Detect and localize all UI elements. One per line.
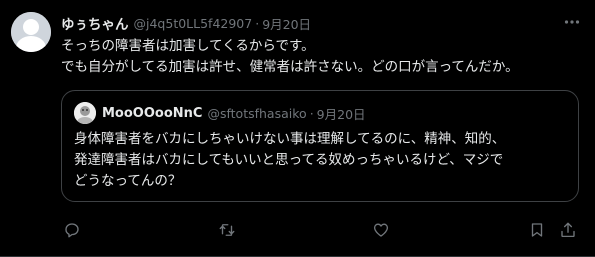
tweet-card[interactable]: ゆぅちゃん @j4q5t0LL5f42907 · 9月20日 そっちの障害者は加… (0, 0, 595, 257)
tweet-text-line: でも自分がしてる加害は許せ、健常者は許さない。どの口が言ってんだか。 (61, 59, 519, 75)
quoted-handle[interactable]: @sftotsfhasaiko (207, 106, 306, 121)
quoted-date[interactable]: 9月20日 (317, 104, 366, 123)
default-avatar-icon (11, 12, 51, 52)
share-button[interactable] (557, 219, 579, 241)
display-name[interactable]: ゆぅちゃん (61, 13, 129, 33)
avatar[interactable] (11, 12, 51, 52)
like-button[interactable] (370, 219, 392, 241)
quoted-text-line: 発達障害者はバカにしてもいいと思ってる奴めっちゃいるけど、マジで (74, 152, 504, 168)
tweet-text-line: そっちの障害者は加害してくるからです。 (61, 38, 315, 54)
quoted-text-line: どうなってんの？ (74, 173, 182, 189)
tweet-date[interactable]: 9月20日 (262, 14, 311, 33)
more-icon (564, 20, 580, 24)
share-icon (561, 222, 575, 238)
tweet-header: ゆぅちゃん @j4q5t0LL5f42907 · 9月20日 (61, 13, 311, 34)
quoted-header: MooOOooNnC @sftotsfhasaiko · 9月20日 (102, 104, 366, 122)
retweet-icon (219, 224, 235, 236)
retweet-button[interactable] (216, 219, 238, 241)
user-handle[interactable]: @j4q5t0LL5f42907 (134, 16, 253, 31)
reply-button[interactable] (61, 219, 83, 241)
quoted-tweet[interactable]: MooOOooNnC @sftotsfhasaiko · 9月20日 身体障害者… (61, 90, 579, 202)
tweet-text: そっちの障害者は加害してくるからです。 でも自分がしてる加害は許せ、健常者は許さ… (61, 36, 581, 78)
bookmark-button[interactable] (526, 219, 548, 241)
more-options-button[interactable] (563, 13, 581, 31)
reply-icon (65, 223, 79, 238)
quoted-display-name[interactable]: MooOOooNnC (102, 106, 202, 121)
separator-dot: · (255, 15, 260, 31)
quoted-text: 身体障害者をバカにしちゃいけない事は理解してるのに、精神、知的、 発達障害者はバ… (74, 129, 569, 192)
separator-dot: · (309, 105, 314, 121)
quoted-text-line: 身体障害者をバカにしちゃいけない事は理解してるのに、精神、知的、 (74, 131, 506, 147)
quoted-avatar-image (74, 102, 96, 124)
bookmark-icon (531, 223, 543, 237)
quoted-avatar[interactable] (74, 102, 96, 124)
action-bar (61, 219, 575, 241)
like-icon (373, 223, 389, 237)
